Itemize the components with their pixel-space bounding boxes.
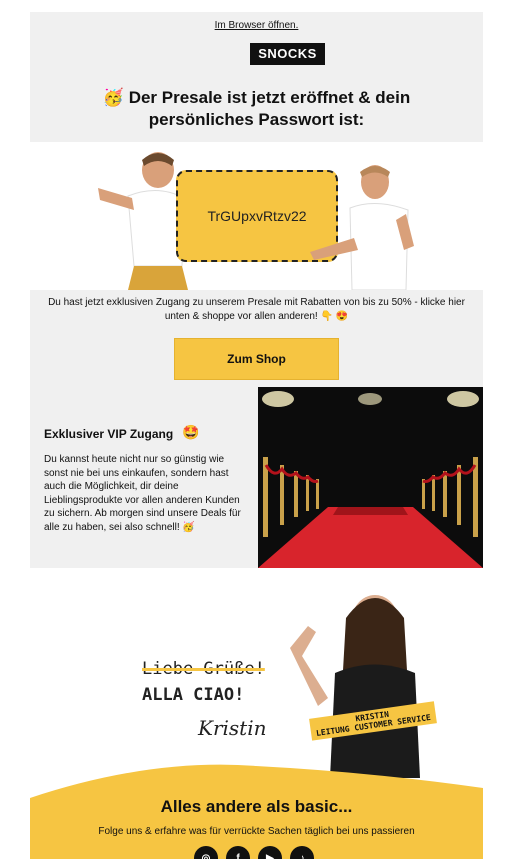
ciao-text: ALLA CIAO!: [142, 685, 245, 705]
email-page: Im Browser öffnen. SNOCKS 🥳 Der Presale …: [0, 0, 512, 859]
signature: Kristin: [198, 716, 267, 740]
snocks-logo[interactable]: SNOCKS: [250, 43, 325, 65]
vip-title: Exklusiver VIP Zugang: [44, 427, 174, 441]
password-text: TrGUpxvRtzv22: [207, 208, 307, 224]
red-carpet-image: [258, 387, 483, 568]
footer-title: Alles andere als basic...: [160, 797, 353, 816]
intro-text: Du hast jetzt exklusiven Zugang zu unser…: [48, 297, 465, 322]
kristin-photo: [290, 595, 420, 778]
party-emoji-icon: 🥳: [102, 88, 124, 108]
star-eyes-emoji-icon: 🤩: [182, 425, 200, 441]
social-links: ◎ f ▶ ♪: [194, 846, 314, 859]
facebook-icon[interactable]: f: [226, 846, 250, 859]
right-person-image: [310, 165, 414, 290]
page-title: 🥳 Der Presale ist jetzt eröffnet & dein …: [50, 87, 463, 130]
vip-text: Du kannst heute nicht nur so günstig wie…: [44, 454, 241, 533]
shop-button[interactable]: Zum Shop: [174, 338, 339, 380]
open-in-browser-link[interactable]: Im Browser öffnen.: [30, 20, 483, 31]
instagram-icon[interactable]: ◎: [194, 846, 218, 859]
vip-section: Exklusiver VIP Zugang 🤩 Du kannst heute …: [30, 387, 483, 568]
tiktok-icon[interactable]: ♪: [290, 846, 314, 859]
signoff-section: Liebe Grüße! ALLA CIAO! Kristin KRISTIN …: [30, 568, 483, 859]
youtube-icon[interactable]: ▶: [258, 846, 282, 859]
hero-image: TrGUpxvRtzv22: [30, 142, 483, 290]
struck-greeting: Liebe Grüße!: [142, 659, 265, 679]
headline-text: Der Presale ist jetzt eröffnet & dein pe…: [128, 88, 411, 129]
header-block: Im Browser öffnen. SNOCKS 🥳 Der Presale …: [30, 12, 483, 142]
footer-subtitle: Folge uns & erfahre was für verrückte Sa…: [98, 826, 415, 837]
